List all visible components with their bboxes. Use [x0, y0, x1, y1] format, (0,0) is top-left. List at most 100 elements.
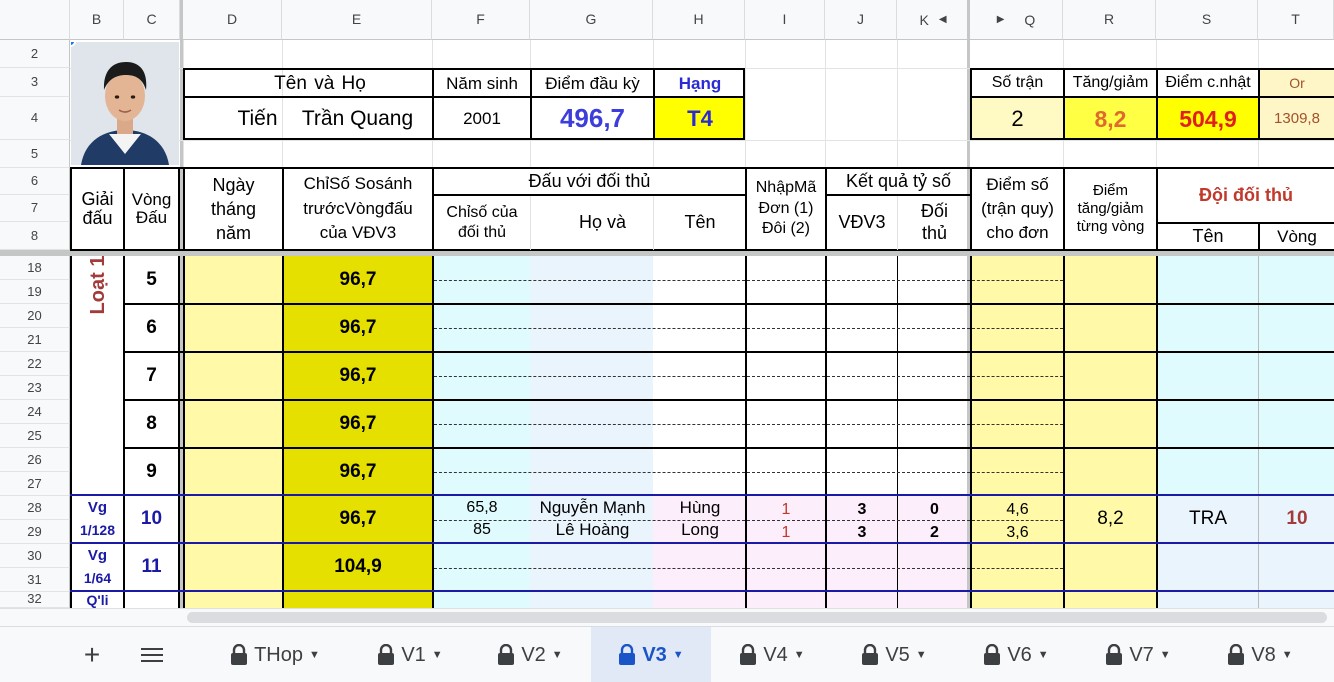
tang-cell[interactable]: 8,2 — [1065, 496, 1156, 542]
row-header-8[interactable]: 8 — [0, 222, 70, 250]
row-header-25[interactable]: 25 — [0, 424, 70, 448]
column-header-f[interactable]: F — [432, 0, 530, 40]
score-change-value[interactable]: 8,2 — [1065, 98, 1156, 140]
row-header-2[interactable]: 2 — [0, 40, 70, 68]
player-first-name[interactable]: Tiến — [230, 98, 285, 140]
vdv-score-1[interactable]: 3 — [827, 500, 897, 520]
row-header-32[interactable]: 32 — [0, 592, 70, 608]
opp-score-2[interactable]: 2 — [899, 523, 970, 543]
row-header-29[interactable]: 29 — [0, 520, 70, 544]
row-header-23[interactable]: 23 — [0, 376, 70, 400]
row-header-7[interactable]: 7 — [0, 195, 70, 222]
column-header-k[interactable]: K ◀ — [897, 0, 970, 40]
diem2-cell[interactable]: 3,6 — [972, 523, 1063, 543]
sheet-tab-v3[interactable]: V3 ▼ — [591, 627, 711, 682]
collapse-left-icon[interactable]: ◀ — [939, 14, 947, 25]
chevron-down-icon[interactable]: ▼ — [1038, 649, 1049, 661]
rank-value[interactable]: T4 — [655, 98, 745, 140]
row-header-5[interactable]: 5 — [0, 140, 70, 168]
opp2-ten[interactable]: Long — [655, 520, 745, 540]
opp2-chiso[interactable]: 85 — [434, 520, 530, 540]
chiso-cell[interactable]: 96,7 — [284, 256, 432, 303]
column-header-e[interactable]: E — [282, 0, 432, 40]
row-header-6[interactable]: 6 — [0, 168, 70, 195]
team-round-cell[interactable]: 10 — [1260, 496, 1334, 542]
sheet-tab-v1[interactable]: V1 ▼ — [355, 627, 465, 682]
row-header-22[interactable]: 22 — [0, 352, 70, 376]
chevron-down-icon[interactable]: ▼ — [432, 649, 443, 661]
vong-cell[interactable]: 5 — [125, 256, 178, 303]
chiso-cell[interactable]: 96,7 — [284, 496, 432, 542]
opp1-ho[interactable]: Nguyễn Mạnh — [532, 498, 653, 518]
column-header-q[interactable]: ▶ Q — [970, 0, 1063, 40]
chiso-cell[interactable]: 96,7 — [284, 305, 432, 351]
row-header-18[interactable]: 18 — [0, 256, 70, 280]
row-header-20[interactable]: 20 — [0, 304, 70, 328]
starting-score-value[interactable]: 496,7 — [532, 98, 653, 140]
opp-score-1[interactable]: 0 — [899, 500, 970, 520]
chiso-cell[interactable]: 96,7 — [284, 449, 432, 494]
row-header-26[interactable]: 26 — [0, 448, 70, 472]
horizontal-scrollbar[interactable] — [183, 608, 1334, 626]
column-header-s[interactable]: S — [1156, 0, 1258, 40]
chevron-down-icon[interactable]: ▼ — [673, 649, 684, 661]
column-header-h[interactable]: H — [653, 0, 745, 40]
column-header-j[interactable]: J — [825, 0, 897, 40]
vong-cell[interactable]: 7 — [125, 353, 178, 399]
row-header-31[interactable]: 31 — [0, 568, 70, 592]
chevron-down-icon[interactable]: ▼ — [309, 649, 320, 661]
player-last-name[interactable]: Trần Quang — [290, 98, 425, 140]
column-header-i[interactable]: I — [745, 0, 825, 40]
expand-right-icon[interactable]: ▶ — [997, 14, 1005, 25]
row-header-21[interactable]: 21 — [0, 328, 70, 352]
ma1-cell[interactable]: 1 — [747, 500, 825, 520]
sheet-tab-v2[interactable]: V2 ▼ — [475, 627, 585, 682]
sheet-tab-v6[interactable]: V6 ▼ — [961, 627, 1071, 682]
vong-cell[interactable]: 11 — [125, 544, 178, 590]
vdv-score-2[interactable]: 3 — [827, 523, 897, 543]
row-header-4[interactable]: 4 — [0, 97, 70, 140]
column-header-b[interactable]: B — [70, 0, 124, 40]
row-header-24[interactable]: 24 — [0, 400, 70, 424]
updated-score-value[interactable]: 504,9 — [1158, 98, 1258, 140]
matches-count-value[interactable]: 2 — [972, 98, 1063, 140]
chevron-down-icon[interactable]: ▼ — [794, 649, 805, 661]
sheet-tab-v4[interactable]: V4 ▼ — [717, 627, 827, 682]
chiso-cell[interactable]: 96,7 — [284, 401, 432, 447]
vong-cell[interactable]: 8 — [125, 401, 178, 447]
row-header-3[interactable]: 3 — [0, 68, 70, 97]
opp1-ten[interactable]: Hùng — [655, 498, 745, 518]
avatar[interactable] — [71, 42, 179, 165]
chevron-down-icon[interactable]: ▼ — [1160, 649, 1171, 661]
row-header-19[interactable]: 19 — [0, 280, 70, 304]
column-header-c[interactable]: C — [124, 0, 180, 40]
sheet-tab-v7[interactable]: V7 ▼ — [1083, 627, 1193, 682]
vong-cell[interactable]: 10 — [125, 496, 178, 542]
chiso-cell[interactable]: 96,7 — [284, 353, 432, 399]
vong-cell[interactable]: 6 — [125, 305, 178, 351]
row-header-28[interactable]: 28 — [0, 496, 70, 520]
chevron-down-icon[interactable]: ▼ — [916, 649, 927, 661]
select-all-corner[interactable] — [0, 0, 70, 40]
all-sheets-menu-icon[interactable] — [134, 627, 170, 682]
opp1-chiso[interactable]: 65,8 — [434, 498, 530, 518]
add-sheet-icon[interactable]: + — [74, 627, 110, 682]
ma2-cell[interactable]: 1 — [747, 523, 825, 543]
chiso-cell[interactable]: 104,9 — [284, 544, 432, 590]
column-header-g[interactable]: G — [530, 0, 653, 40]
scrollbar-thumb[interactable] — [187, 612, 1327, 623]
team-name-cell[interactable]: TRA — [1158, 496, 1258, 542]
birth-year-value[interactable]: 2001 — [434, 98, 530, 140]
column-header-d[interactable]: D — [183, 0, 282, 40]
diem1-cell[interactable]: 4,6 — [972, 500, 1063, 520]
column-header-t[interactable]: T — [1258, 0, 1334, 40]
column-header-r[interactable]: R — [1063, 0, 1156, 40]
chevron-down-icon[interactable]: ▼ — [1282, 649, 1293, 661]
sheet-tab-thop[interactable]: THop ▼ — [205, 627, 345, 682]
sheet-tab-v5[interactable]: V5 ▼ — [839, 627, 949, 682]
row-header-27[interactable]: 27 — [0, 472, 70, 496]
sheet-tab-v8[interactable]: V8 ▼ — [1205, 627, 1315, 682]
chevron-down-icon[interactable]: ▼ — [552, 649, 563, 661]
vong-cell[interactable]: 9 — [125, 449, 178, 494]
row-header-30[interactable]: 30 — [0, 544, 70, 568]
